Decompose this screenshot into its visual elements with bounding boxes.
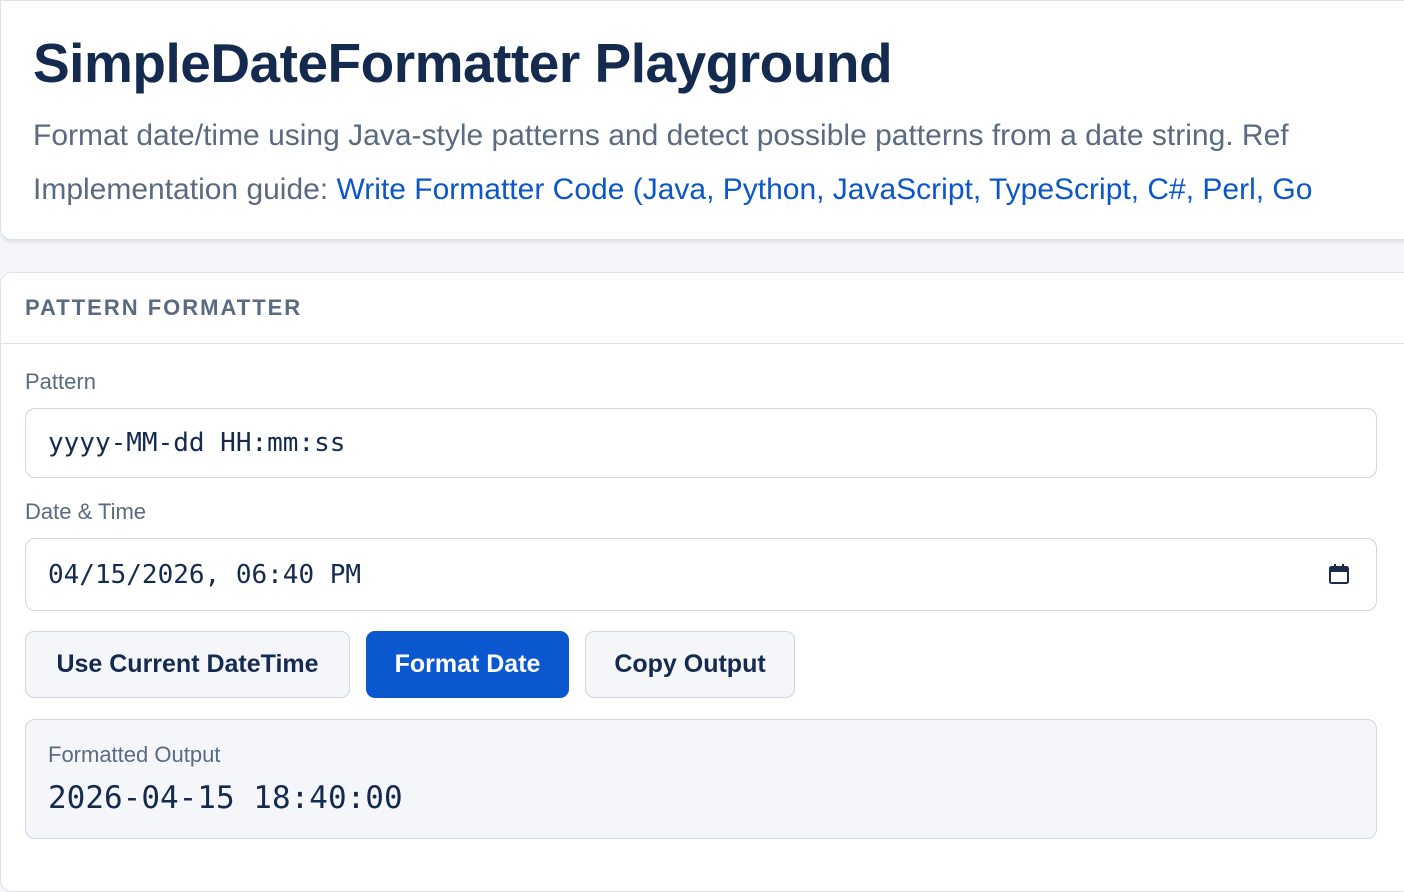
use-current-datetime-button[interactable]: Use Current DateTime	[25, 631, 350, 698]
page-title: SimpleDateFormatter Playground	[33, 32, 893, 94]
page-subtitle: Format date/time using Java-style patter…	[33, 119, 1289, 152]
datetime-input[interactable]: 04/15/2026, 06:40 PM	[25, 538, 1377, 611]
pattern-formatter-title: PATTERN FORMATTER	[25, 295, 303, 320]
calendar-icon[interactable]	[1328, 563, 1350, 585]
pattern-label: Pattern	[25, 369, 96, 394]
datetime-label: Date & Time	[25, 499, 147, 524]
copy-output-button[interactable]: Copy Output	[585, 631, 795, 698]
formatted-output-label: Formatted Output	[48, 742, 221, 767]
pattern-input[interactable]: yyyy-MM-dd HH:mm:ss	[25, 408, 1377, 478]
formatted-output-box: Formatted Output 2026-04-15 18:40:00	[25, 719, 1377, 839]
formatted-output-value: 2026-04-15 18:40:00	[48, 780, 403, 816]
format-date-button[interactable]: Format Date	[366, 631, 569, 698]
implementation-guide-label: Implementation guide:	[33, 173, 337, 206]
implementation-guide-link[interactable]: Write Formatter Code (Java, Python, Java…	[337, 173, 1313, 206]
pattern-formatter-panel: PATTERN FORMATTER Pattern yyyy-MM-dd HH:…	[0, 272, 1404, 892]
pattern-formatter-header: PATTERN FORMATTER	[1, 273, 1404, 344]
datetime-input-value: 04/15/2026, 06:40 PM	[48, 559, 362, 590]
pattern-input-value: yyyy-MM-dd HH:mm:ss	[48, 428, 346, 458]
page-header: SimpleDateFormatter Playground Format da…	[0, 0, 1404, 240]
implementation-guide: Implementation guide: Write Formatter Co…	[33, 173, 1312, 207]
